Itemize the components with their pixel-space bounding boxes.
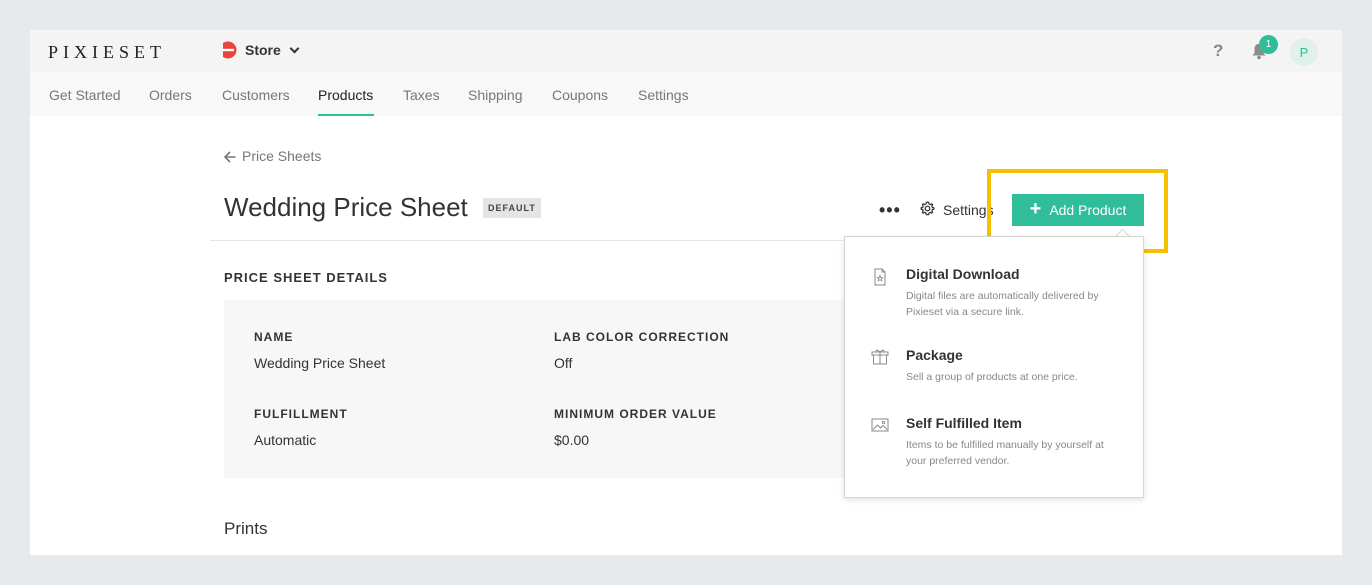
back-to-price-sheets-link[interactable]: Price Sheets xyxy=(223,148,322,164)
tab-customers[interactable]: Customers xyxy=(222,87,290,103)
menu-item-self-fulfilled[interactable]: Self Fulfilled Item Items to be fulfille… xyxy=(845,415,1143,475)
menu-item-description: Items to be fulfilled manually by yourse… xyxy=(906,439,1104,467)
lab-color-correction-value: Off xyxy=(554,355,573,371)
tab-orders[interactable]: Orders xyxy=(149,87,192,103)
store-label: Store xyxy=(245,42,281,58)
image-icon xyxy=(871,417,889,433)
tab-settings[interactable]: Settings xyxy=(638,87,689,103)
minimum-order-value: $0.00 xyxy=(554,432,590,448)
tab-shipping[interactable]: Shipping xyxy=(468,87,523,103)
price-sheet-details-panel: NAME Wedding Price Sheet LAB COLOR CORRE… xyxy=(224,300,864,478)
tab-products[interactable]: Products xyxy=(318,87,373,103)
active-tab-indicator xyxy=(318,114,374,116)
menu-item-title: Self Fulfilled Item xyxy=(906,415,1022,431)
fulfillment-value: Automatic xyxy=(254,432,317,448)
settings-label: Settings xyxy=(943,202,994,218)
menu-item-title: Package xyxy=(906,347,963,363)
logo[interactable]: PIXIESET xyxy=(48,42,166,63)
default-badge: DEFAULT xyxy=(483,198,541,218)
app-window: PIXIESET Store ? 1 P Get Started Orders xyxy=(30,30,1342,555)
product-nav: Get Started Orders Customers Products Ta… xyxy=(30,72,1342,116)
lab-color-correction-label: LAB COLOR CORRECTION xyxy=(554,330,730,344)
menu-item-package[interactable]: Package Sell a group of products at one … xyxy=(845,347,1143,391)
box-icon xyxy=(871,349,889,365)
gear-icon xyxy=(920,201,935,219)
section-title: PRICE SHEET DETAILS xyxy=(224,270,388,285)
name-value: Wedding Price Sheet xyxy=(254,355,386,371)
arrow-left-icon xyxy=(223,150,236,163)
menu-item-description: Digital files are automatically delivere… xyxy=(906,290,1099,318)
store-switcher[interactable]: Store xyxy=(219,41,300,59)
menu-item-digital-download[interactable]: Digital Download Digital files are autom… xyxy=(845,266,1143,326)
add-product-menu: Digital Download Digital files are autom… xyxy=(844,236,1144,498)
tab-get-started[interactable]: Get Started xyxy=(49,87,121,103)
minimum-order-label: MINIMUM ORDER VALUE xyxy=(554,407,717,421)
menu-item-title: Digital Download xyxy=(906,266,1020,282)
more-options-button[interactable]: ••• xyxy=(879,200,901,221)
name-label: NAME xyxy=(254,330,294,344)
document-icon xyxy=(872,268,888,286)
prints-heading: Prints xyxy=(224,519,268,538)
help-icon[interactable]: ? xyxy=(1213,41,1223,61)
tab-coupons[interactable]: Coupons xyxy=(552,87,608,103)
page-title: Wedding Price Sheet xyxy=(224,192,468,222)
chevron-down-icon xyxy=(289,43,300,54)
back-label: Price Sheets xyxy=(242,148,322,164)
settings-button[interactable]: Settings xyxy=(920,201,994,219)
menu-item-description: Sell a group of products at one price. xyxy=(906,371,1078,383)
notification-badge: 1 xyxy=(1259,35,1278,54)
top-bar: PIXIESET Store ? 1 P xyxy=(30,30,1342,72)
header-divider xyxy=(210,240,860,241)
fulfillment-label: FULFILLMENT xyxy=(254,407,348,421)
avatar[interactable]: P xyxy=(1290,38,1318,66)
store-icon xyxy=(219,41,237,59)
tab-taxes[interactable]: Taxes xyxy=(403,87,440,103)
